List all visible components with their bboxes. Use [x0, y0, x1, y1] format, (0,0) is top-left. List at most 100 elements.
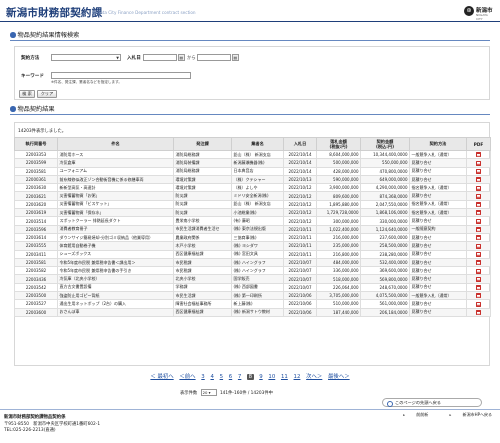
- next-page-link[interactable]: 次へ＞: [306, 372, 322, 380]
- date-from-input[interactable]: [143, 54, 177, 61]
- cell-department: 消防局総務課: [173, 149, 232, 160]
- footer-link[interactable]: ▸ 前前新: [393, 412, 428, 418]
- pdf-icon[interactable]: [476, 160, 481, 166]
- cell-number: 22003630: [14, 183, 58, 193]
- city-emblem-icon: ⊛: [464, 6, 474, 16]
- page-link[interactable]: 11: [281, 374, 288, 380]
- keyword-input[interactable]: [51, 72, 191, 79]
- cell-bid-amount: 216,800,000: [316, 249, 361, 259]
- cell-subject[interactable]: 体育館用自動巻子機: [57, 241, 174, 251]
- cell-subject[interactable]: 新新型高気・高速計: [57, 183, 174, 193]
- page-link[interactable]: 12: [294, 374, 301, 380]
- cell-subject[interactable]: 消費者教育冊子: [57, 224, 174, 234]
- pdf-icon[interactable]: [476, 285, 481, 291]
- page-link[interactable]: 5: [220, 374, 223, 380]
- column-header-department[interactable]: 発注課: [173, 137, 232, 151]
- cell-subject[interactable]: 令和5年度市民税 兼県税申告書＜課出用＞: [57, 257, 174, 268]
- calendar-icon[interactable]: ▦: [178, 54, 185, 61]
- pdf-icon[interactable]: [476, 293, 481, 299]
- search-button[interactable]: 検 索: [19, 90, 35, 98]
- cell-subject[interactable]: 冷気倉庫: [57, 158, 174, 168]
- pdf-icon[interactable]: [476, 168, 481, 174]
- pdf-icon[interactable]: [476, 193, 481, 199]
- column-header-number[interactable]: 執行同番号: [14, 137, 58, 151]
- cell-contract-amount: 1,868,106,0000: [360, 208, 410, 218]
- cell-subject[interactable]: 消防用ホース: [57, 149, 174, 160]
- cell-department: 環境対策課: [173, 183, 232, 193]
- pdf-icon[interactable]: [476, 218, 481, 224]
- column-header-vendor[interactable]: 業者名: [231, 137, 284, 151]
- first-page-link[interactable]: ＜ 最初へ: [150, 372, 173, 380]
- cell-contract-amount: 470,800,0000: [360, 166, 410, 176]
- pdf-icon[interactable]: [476, 260, 481, 266]
- current-page: 8: [247, 374, 254, 380]
- cell-bid-date: 2022/10/12: [283, 216, 317, 226]
- column-header-subject[interactable]: 件名: [57, 137, 174, 151]
- cell-subject[interactable]: 前糸線修似改正ゾン合動街音機に係る修繕車両: [57, 174, 174, 185]
- clear-button[interactable]: クリア: [37, 90, 57, 98]
- column-header-method[interactable]: 契約方法: [409, 137, 467, 151]
- cell-vendor: 新潟藤瀬機器(株): [231, 158, 284, 168]
- page-link[interactable]: 6: [229, 374, 232, 380]
- pdf-icon[interactable]: [476, 251, 481, 257]
- cell-number: 22003500: [14, 291, 58, 301]
- pdf-icon[interactable]: [476, 185, 481, 191]
- page-link[interactable]: 10: [268, 374, 275, 380]
- page-link[interactable]: 4: [210, 374, 213, 380]
- cell-subject[interactable]: 直方古文書置設備: [57, 282, 174, 293]
- contract-method-select[interactable]: ▼: [51, 54, 121, 61]
- pdf-icon[interactable]: [476, 310, 481, 316]
- pdf-icon[interactable]: [476, 301, 481, 307]
- cell-vendor: (株) 新潟サトウ教材: [231, 307, 284, 317]
- cell-subject[interactable]: 通出生用ネットボップ（2台）の購入: [57, 299, 174, 309]
- column-header-contract-amount[interactable]: 契約金額 (税込:円): [360, 137, 410, 151]
- cell-subject[interactable]: シューズボックス: [57, 249, 174, 259]
- column-header-bid-date[interactable]: 入札日: [283, 137, 317, 151]
- cell-subject[interactable]: スポットクーラー 排熱延長ダクト: [57, 216, 174, 226]
- pdf-icon[interactable]: [476, 276, 481, 282]
- pdf-icon[interactable]: [476, 243, 481, 249]
- cell-subject[interactable]: 災害備蓄物資「保存水」: [57, 208, 174, 218]
- table-row: 22003542 直方古文書置設備 学務課 (株) 西部図書 2022/10/07 226…: [14, 282, 491, 293]
- cell-contract-amount: 532,400,0000: [360, 257, 410, 268]
- last-page-link[interactable]: 最後へ＞: [328, 372, 350, 380]
- cell-subject[interactable]: ダウンサイジ簡易焼却-分別ゴミ収納品（他業導用）: [57, 232, 174, 243]
- cell-subject[interactable]: 令和5年度市民税 兼県税申告書の手引き: [57, 266, 174, 276]
- pdf-icon[interactable]: [476, 177, 481, 183]
- page-link[interactable]: 7: [238, 374, 241, 380]
- pdf-icon[interactable]: [476, 202, 481, 208]
- pdf-icon[interactable]: [476, 235, 481, 241]
- cell-subject[interactable]: 強盗防止用ゴピー背紙: [57, 291, 174, 301]
- cell-contract-amount: 4,290,000,0000: [360, 183, 410, 193]
- column-header-bid-amount[interactable]: 落札金額 (税抜:円): [316, 137, 361, 151]
- pdf-icon[interactable]: [476, 227, 481, 233]
- cell-bid-date: 2022/10/12: [283, 191, 317, 201]
- page-link[interactable]: 9: [259, 374, 262, 380]
- table-row: 22003600 おさんぽ車 西区健康福祉課 (株) 新潟サトウ教材 2022/10/0…: [14, 307, 491, 317]
- site-title[interactable]: 新潟市財務部契約課: [6, 5, 102, 20]
- cell-pdf: [466, 257, 491, 268]
- city-logo[interactable]: ⊛ 新潟市 NIIGATA CITY: [464, 5, 494, 21]
- date-to-input[interactable]: [197, 54, 231, 61]
- pdf-icon[interactable]: [476, 210, 481, 216]
- cell-subject[interactable]: 災害備蓄物資「お粥」: [57, 191, 174, 201]
- cell-subject[interactable]: 災害備蓄物資「ビスケット」: [57, 199, 174, 210]
- pdf-icon[interactable]: [476, 268, 481, 274]
- footer-tel: TEL:025-226-2213(直通): [4, 428, 56, 433]
- prev-page-link[interactable]: ＜前へ: [179, 372, 195, 380]
- footer-link[interactable]: ▸ 新潟市HPへ戻る: [440, 412, 492, 418]
- cell-pdf: [466, 191, 491, 201]
- cell-subject[interactable]: おさんぽ車: [57, 307, 174, 317]
- back-to-top-button[interactable]: このページの先頭へ戻る: [382, 398, 482, 407]
- chevron-down-icon: ▼: [116, 56, 119, 60]
- calendar-icon[interactable]: ▦: [232, 54, 239, 61]
- per-page-select[interactable]: 20 ▾: [200, 389, 217, 396]
- pdf-icon[interactable]: [476, 152, 481, 158]
- cell-bid-amount: 3,705,000,000: [316, 291, 361, 301]
- cell-subject[interactable]: 冷気庫（北央小学校）: [57, 274, 174, 284]
- cell-number: 22003620: [14, 199, 58, 210]
- cell-subject[interactable]: ユーフォニアム: [57, 166, 174, 176]
- page-link[interactable]: 3: [201, 374, 204, 380]
- cell-vendor: (株) 西部図書: [231, 282, 284, 293]
- cell-bid-amount: 518,000,000: [316, 274, 361, 284]
